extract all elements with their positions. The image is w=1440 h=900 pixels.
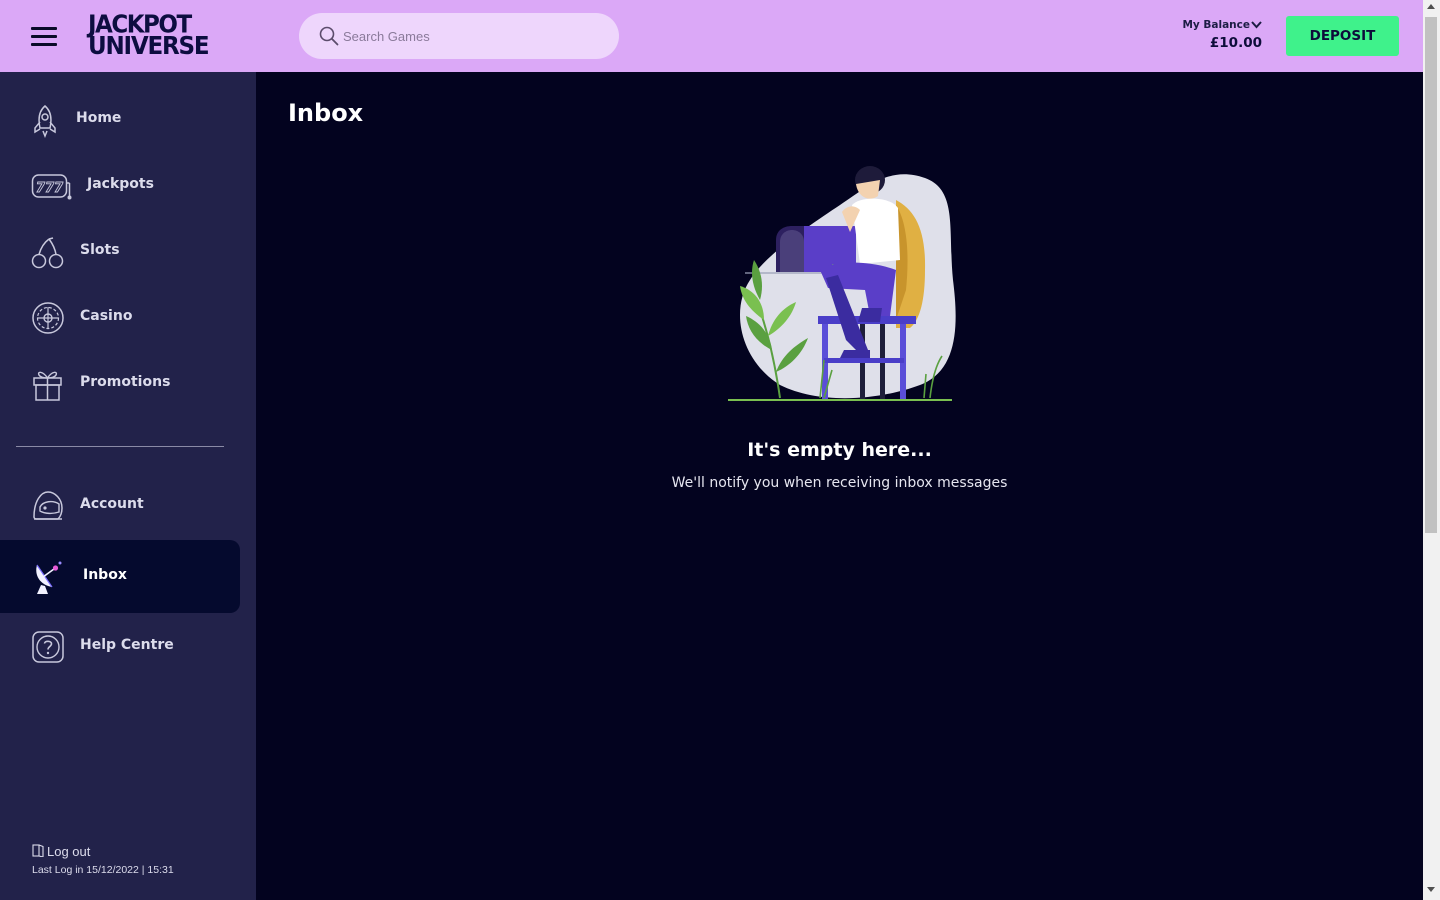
sidebar-item-label: Jackpots [87,176,154,192]
page-title: Inbox [288,99,364,127]
satellite-dish-icon [36,561,62,594]
empty-inbox-illustration [728,166,956,401]
sidebar-item-home[interactable]: Home [0,89,240,149]
astronaut-helmet-icon [33,491,63,520]
svg-text:777: 777 [36,181,64,196]
sidebar-item-label: Casino [80,308,133,324]
logout-link[interactable]: Log out [32,844,90,859]
empty-state-subtitle: We'll notify you when receiving inbox me… [671,475,1008,491]
help-question-icon [32,631,64,663]
sidebar: Home 777 Jackpots Slots Casino Promotion… [0,72,256,900]
vertical-scrollbar[interactable] [1423,0,1440,900]
slot-777-icon: 777 [31,174,72,200]
sidebar-item-label: Account [80,496,144,512]
scrollbar-thumb[interactable] [1425,17,1437,533]
rocket-icon [34,105,56,138]
deposit-button[interactable]: DEPOSIT [1286,16,1399,56]
balance-dropdown[interactable]: My Balance £10.00 [1170,18,1266,54]
sidebar-item-label: Promotions [80,374,171,390]
hamburger-menu-icon[interactable] [31,24,57,48]
search-input[interactable] [343,26,603,46]
scroll-up-arrow-icon[interactable] [1427,4,1435,9]
sidebar-item-label: Inbox [83,567,127,583]
sidebar-item-jackpots[interactable]: 777 Jackpots [0,155,240,215]
sidebar-item-help-centre[interactable]: Help Centre [0,616,240,676]
sidebar-item-account[interactable]: Account [0,475,240,535]
scroll-down-arrow-icon[interactable] [1427,887,1435,892]
sidebar-divider [16,446,224,447]
empty-state-title: It's empty here... [747,439,932,461]
cherries-icon [31,237,64,269]
top-header: JACKPOT UNIVERSE My Balance £10.00 DEPOS… [0,0,1423,72]
chevron-down-icon [1251,21,1262,29]
sidebar-item-label: Slots [80,242,120,258]
last-login-text: Last Log in 15/12/2022 | 15:31 [32,864,174,876]
gift-icon [33,371,62,401]
balance-amount: £10.00 [1209,35,1262,51]
sidebar-item-casino[interactable]: Casino [0,287,240,347]
logo-line-2: UNIVERSE [88,32,210,61]
logout-label: Log out [47,844,91,859]
sidebar-item-label: Help Centre [80,637,174,653]
search-icon [319,26,339,46]
roulette-icon [32,302,64,334]
search-bar[interactable] [299,13,619,59]
sidebar-item-slots[interactable]: Slots [0,221,240,281]
balance-label: My Balance [1182,19,1250,31]
main-content: Inbox It's empty here... We'll notify yo… [256,72,1423,900]
sidebar-item-promotions[interactable]: Promotions [0,353,240,413]
brand-logo[interactable]: JACKPOT UNIVERSE [88,12,238,62]
sidebar-item-label: Home [76,110,122,126]
logout-icon [32,844,44,858]
sidebar-item-inbox[interactable]: Inbox [0,540,240,613]
